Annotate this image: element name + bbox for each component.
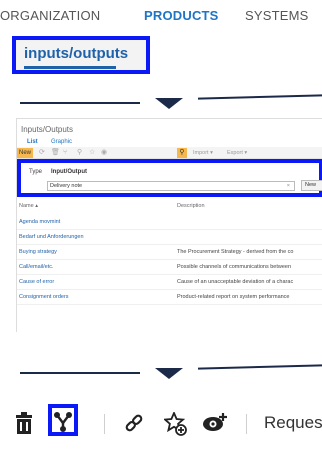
down-arrow-icon xyxy=(155,368,183,379)
row-name[interactable]: Consignment orders xyxy=(19,294,69,300)
row-description: Cause of an unacceptable deviation of a … xyxy=(177,279,294,285)
row-name[interactable]: Call/email/etc. xyxy=(19,264,54,270)
column-header-name[interactable]: Name ▴ xyxy=(19,203,38,209)
filter-new-button[interactable]: New xyxy=(301,180,322,191)
column-header-description[interactable]: Description xyxy=(177,203,205,209)
highlight-subtab-inputs-outputs[interactable]: inputs/outputs xyxy=(12,36,150,74)
tab-systems[interactable]: SYSTEMS xyxy=(245,8,309,23)
filter-type-label: Type xyxy=(29,169,43,175)
favorite-add-icon[interactable] xyxy=(162,410,188,441)
toolbar-zoom: Request xyxy=(0,388,322,452)
refresh-icon[interactable]: ⟳ xyxy=(39,148,45,158)
table-row[interactable]: Agenda movmint xyxy=(17,215,322,230)
table-row[interactable]: Bedarf und Anforderungen xyxy=(17,230,322,245)
search-icon[interactable]: ⚲ xyxy=(177,148,187,158)
inputs-outputs-list-zoom: Inputs/Outputs List Graphic New ⟳ 🗑 ⑂ ⚲ … xyxy=(16,118,322,332)
row-name[interactable]: Agenda movmint xyxy=(19,219,60,225)
favorite-icon[interactable]: ☆ xyxy=(89,148,95,158)
new-button[interactable]: New xyxy=(17,148,34,158)
table-row[interactable]: Call/email/etc. Possible channels of com… xyxy=(17,260,322,275)
subtab-inputs-outputs[interactable]: inputs/outputs xyxy=(24,45,128,62)
tab-list[interactable]: List xyxy=(27,139,38,145)
step-separator-2 xyxy=(0,362,322,382)
separator-line xyxy=(20,102,140,104)
row-description: The Procurement Strategy - derived from … xyxy=(177,249,294,255)
table-row[interactable]: Cause of error Cause of an unacceptable … xyxy=(17,275,322,290)
step-separator-1 xyxy=(0,92,322,112)
toolbar-divider xyxy=(104,414,105,434)
delete-icon[interactable]: 🗑 xyxy=(51,148,60,158)
table-row[interactable]: Buying strategy The Procurement Strategy… xyxy=(17,245,322,260)
link-icon[interactable] xyxy=(124,412,144,439)
separator-line xyxy=(198,364,322,370)
filter-input-value: Delivery note xyxy=(50,183,83,189)
watch-add-icon[interactable] xyxy=(202,412,228,439)
page-title: Inputs/Outputs xyxy=(21,125,74,134)
trash-icon[interactable] xyxy=(14,412,34,439)
tab-products[interactable]: PRODUCTS xyxy=(144,8,219,23)
tab-organization[interactable]: ORGANIZATION xyxy=(0,8,100,23)
row-name[interactable]: Bedarf und Anforderungen xyxy=(19,234,84,240)
hierarchy-icon[interactable] xyxy=(54,412,72,437)
row-name[interactable]: Cause of error xyxy=(19,279,54,285)
export-menu[interactable]: Export ▾ xyxy=(227,148,247,158)
top-navigation-zoom: ORGANIZATION PRODUCTS SYSTEMS inputs/out… xyxy=(0,0,322,80)
tab-graphic[interactable]: Graphic xyxy=(51,139,72,145)
watch-icon[interactable]: ◉ xyxy=(101,148,107,158)
main-nav: ORGANIZATION PRODUCTS SYSTEMS xyxy=(0,8,322,32)
list-toolbar: New ⟳ 🗑 ⑂ ⚲ ☆ ◉ ⚲ Import ▾ Export ▾ xyxy=(17,147,322,159)
clear-icon[interactable]: × xyxy=(287,182,290,190)
active-subtab-indicator xyxy=(24,66,116,69)
table-header: Name ▴ Description xyxy=(17,201,322,211)
request-button[interactable]: Request xyxy=(264,413,322,433)
import-menu[interactable]: Import ▾ xyxy=(193,148,213,158)
row-name[interactable]: Buying strategy xyxy=(19,249,57,255)
row-description: Product-related report on system perform… xyxy=(177,294,290,300)
filter-input[interactable]: Delivery note × xyxy=(47,181,295,191)
separator-line xyxy=(198,94,322,100)
link-icon[interactable]: ⚲ xyxy=(77,148,82,158)
row-description: Possible channels of communications betw… xyxy=(177,264,292,270)
table-row[interactable]: Consignment orders Product-related repor… xyxy=(17,290,322,305)
type-filter-highlight: Type Input/Output Delivery note × New xyxy=(17,159,322,197)
filter-type-value: Input/Output xyxy=(51,169,87,175)
toolbar-divider xyxy=(246,414,247,434)
down-arrow-icon xyxy=(155,98,183,109)
separator-line xyxy=(20,372,140,374)
hierarchy-icon[interactable]: ⑂ xyxy=(63,148,67,158)
